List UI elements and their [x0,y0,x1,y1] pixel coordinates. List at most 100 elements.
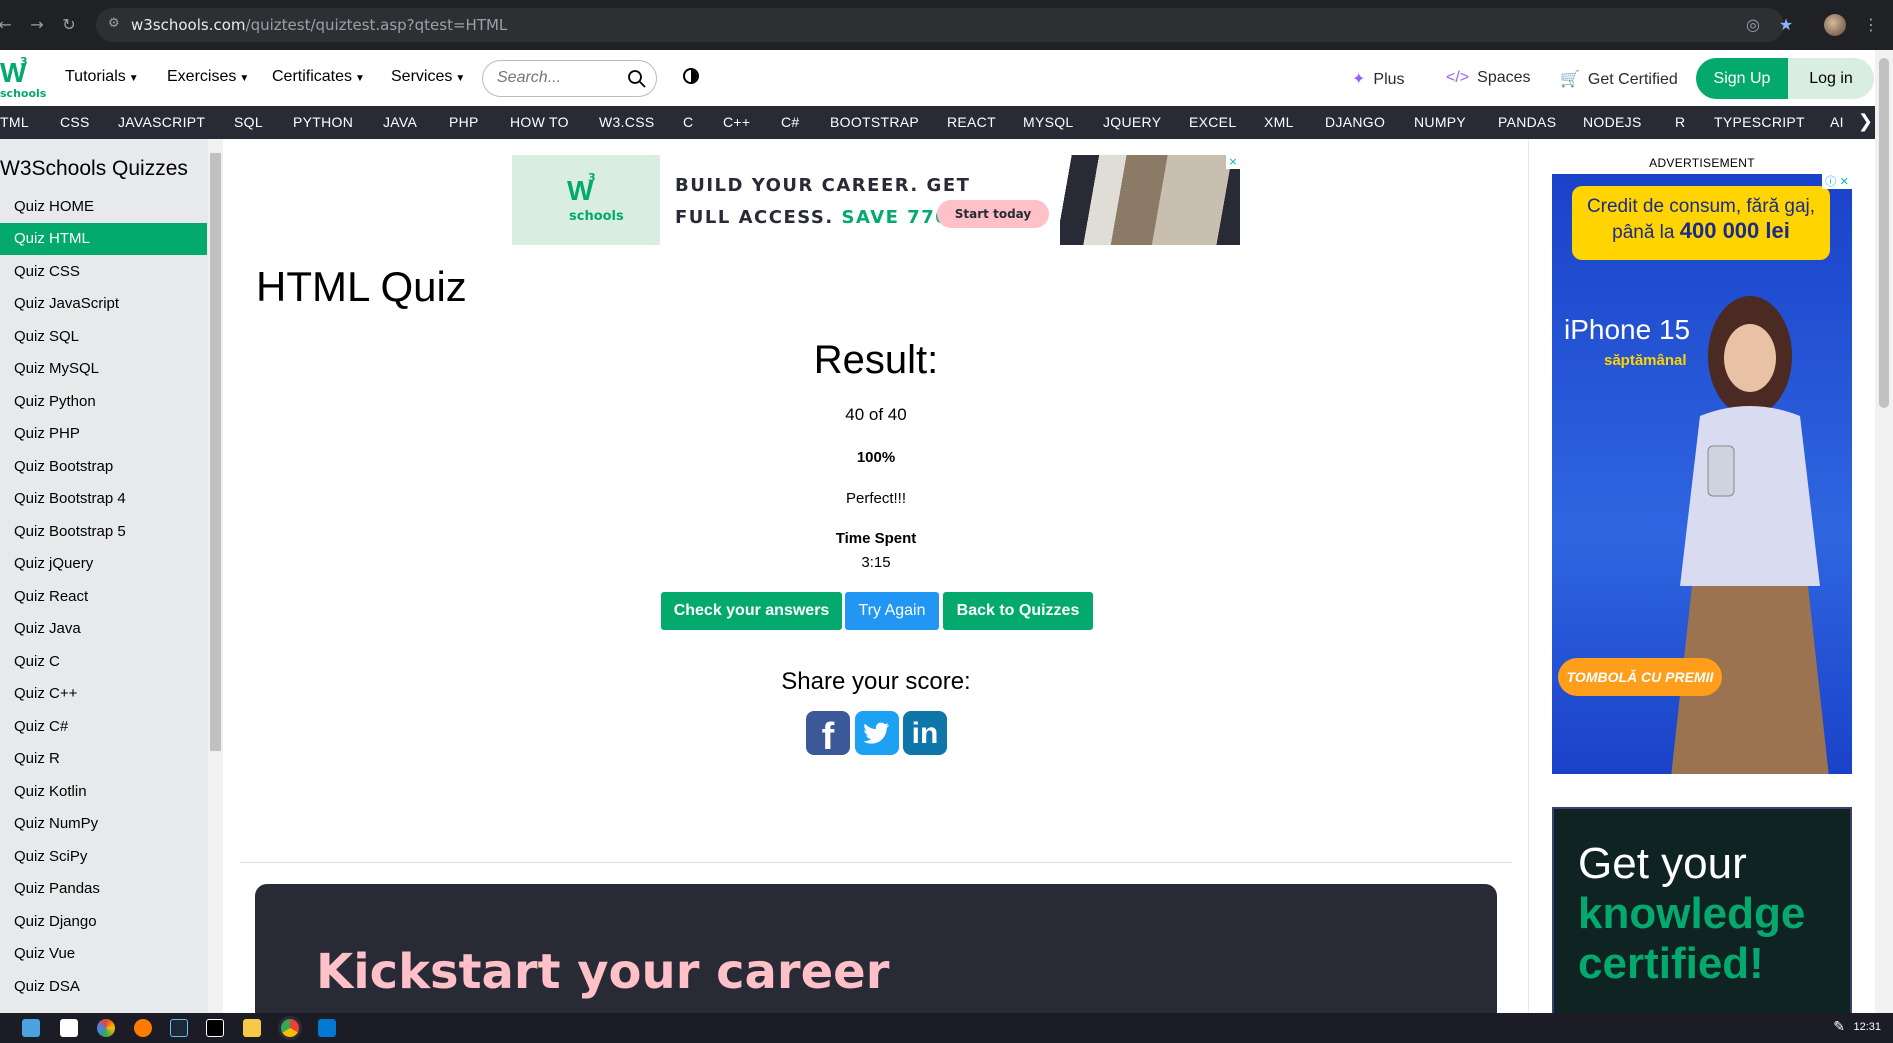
chrome-icon[interactable] [281,1019,299,1037]
search-icon[interactable] [627,69,647,89]
back-to-quizzes-button[interactable]: Back to Quizzes [943,592,1093,630]
sidebar-item[interactable]: Quiz JavaScript [0,288,207,320]
sidebar-item[interactable]: Quiz PHP [0,418,207,450]
file-explorer-icon[interactable] [243,1019,261,1037]
topic-link[interactable]: TML [0,114,29,130]
topic-link[interactable]: HOW TO [510,114,569,130]
back-icon[interactable]: ← [0,14,16,36]
topic-link[interactable]: C [683,114,693,130]
menu-services[interactable]: Services ▼ [391,68,465,86]
topic-link[interactable]: SQL [234,114,263,130]
topic-link[interactable]: REACT [947,114,996,130]
certification-ad[interactable]: Get your knowledge certified! [1552,807,1852,1027]
sidebar-item[interactable]: Quiz DSA [0,971,207,1003]
sidebar-item[interactable]: Quiz Bootstrap 5 [0,516,207,548]
topic-link[interactable]: C++ [723,114,750,130]
sidebar-item[interactable]: Quiz Java [0,613,207,645]
sidebar-item[interactable]: Quiz MySQL [0,353,207,385]
menu-tutorials[interactable]: Tutorials ▼ [65,68,139,86]
topic-link[interactable]: JQUERY [1103,114,1161,130]
sidebar-item[interactable]: Quiz Bootstrap 4 [0,483,207,515]
desktop-icon[interactable] [22,1019,40,1037]
topic-link[interactable]: NUMPY [1414,114,1466,130]
photos-icon[interactable] [97,1019,115,1037]
search-box[interactable] [482,60,657,97]
log-in-button[interactable]: Log in [1788,58,1874,99]
sidebar-item[interactable]: Quiz Python [0,386,207,418]
topic-link[interactable]: XML [1264,114,1294,130]
topic-link[interactable]: PYTHON [293,114,353,130]
try-again-button[interactable]: Try Again [845,592,939,630]
sidebar-scrollbar-thumb[interactable] [210,153,221,751]
sidebar-item[interactable]: Quiz C [0,646,207,678]
blender-icon[interactable] [134,1019,152,1037]
ad-close-icon[interactable]: × [1226,155,1240,169]
page-scrollbar[interactable] [1875,50,1893,1013]
sidebar-item[interactable]: Quiz CSS [0,256,207,288]
sidebar-item[interactable]: Quiz SciPy [0,841,207,873]
search-input[interactable] [497,69,617,87]
sidebar-item[interactable]: Quiz Kotlin [0,776,207,808]
sidebar-item[interactable]: Quiz C# [0,711,207,743]
ad-start-today-button[interactable]: Start today [937,200,1049,228]
sidebar-item[interactable]: Quiz NumPy [0,808,207,840]
sidebar-item[interactable]: Quiz R [0,743,207,775]
facebook-icon[interactable]: f [806,711,850,758]
topic-link[interactable]: W3.CSS [599,114,654,130]
linkedin-icon[interactable]: in [903,711,947,755]
page-scrollbar-thumb[interactable] [1879,58,1889,408]
menu-spaces[interactable]: </> Spaces [1446,69,1531,87]
steam-icon[interactable] [170,1019,188,1037]
bookmark-star-icon[interactable]: ★ [1775,14,1797,36]
forward-icon[interactable]: → [26,14,48,36]
topic-link[interactable]: NODEJS [1583,114,1642,130]
topic-link[interactable]: PANDAS [1498,114,1556,130]
topic-link[interactable]: AI [1830,114,1844,130]
sign-up-button[interactable]: Sign Up [1696,58,1788,99]
w3schools-logo[interactable]: W 3 schools [0,55,46,100]
menu-plus[interactable]: ✦ Plus [1352,69,1405,89]
site-settings-icon[interactable]: ⚙ [108,17,122,31]
sidebar-item[interactable]: Quiz Django [0,906,207,938]
top-banner-ad[interactable]: W3 schools BUILD YOUR CAREER. GET FULL A… [512,155,1240,245]
profile-avatar[interactable] [1824,14,1846,36]
twitter-icon[interactable] [855,711,899,755]
system-clock[interactable]: 12:31 [1853,1021,1881,1033]
sidebar-item-active[interactable]: Quiz HTML [0,223,207,255]
sidebar-item[interactable]: Quiz jQuery [0,548,207,580]
pen-icon[interactable]: ✎ [1833,1019,1845,1035]
menu-get-certified[interactable]: 🛒 Get Certified [1560,69,1678,89]
terminal-icon[interactable] [60,1019,78,1037]
topic-link[interactable]: EXCEL [1189,114,1236,130]
topic-link[interactable]: DJANGO [1325,114,1385,130]
topic-link[interactable]: JAVA [383,114,417,130]
sidebar-scrollbar[interactable] [208,139,223,1013]
sidebar-item[interactable]: Quiz Vue [0,938,207,970]
chevron-right-icon[interactable]: ❯ [1858,111,1873,132]
vscode-icon[interactable] [318,1019,336,1037]
topic-link[interactable]: R [1675,114,1685,130]
menu-exercises[interactable]: Exercises ▼ [167,68,249,86]
dark-mode-toggle-icon[interactable] [683,68,699,84]
topic-link[interactable]: JAVASCRIPT [118,114,205,130]
sidebar-item[interactable]: Quiz React [0,581,207,613]
intellij-icon[interactable] [206,1019,224,1037]
topic-link[interactable]: MYSQL [1023,114,1074,130]
topic-link[interactable]: C# [781,114,800,130]
topic-link[interactable]: BOOTSTRAP [830,114,919,130]
check-answers-button[interactable]: Check your answers [661,592,842,630]
sidebar-item[interactable]: Quiz HOME [0,191,207,223]
chrome-menu-icon[interactable]: ⋮ [1860,14,1882,36]
ad-choices-icon[interactable]: ⓘ ✕ [1822,174,1852,189]
bank-ad[interactable]: Credit de consum, fără gaj, până la 400 … [1552,174,1852,774]
sidebar-item[interactable]: Quiz Bootstrap [0,451,207,483]
topic-link[interactable]: TYPESCRIPT [1714,114,1805,130]
sidebar-item[interactable]: Quiz Pandas [0,873,207,905]
eye-off-icon[interactable]: ◎ [1742,14,1764,36]
topic-link[interactable]: PHP [449,114,479,130]
address-bar[interactable]: ⚙ w3schools.com/quiztest/quiztest.asp?qt… [96,8,1784,42]
sidebar-item[interactable]: Quiz SQL [0,321,207,353]
reload-icon[interactable]: ↻ [58,14,80,36]
topic-link[interactable]: CSS [60,114,90,130]
menu-certificates[interactable]: Certificates ▼ [272,68,365,86]
